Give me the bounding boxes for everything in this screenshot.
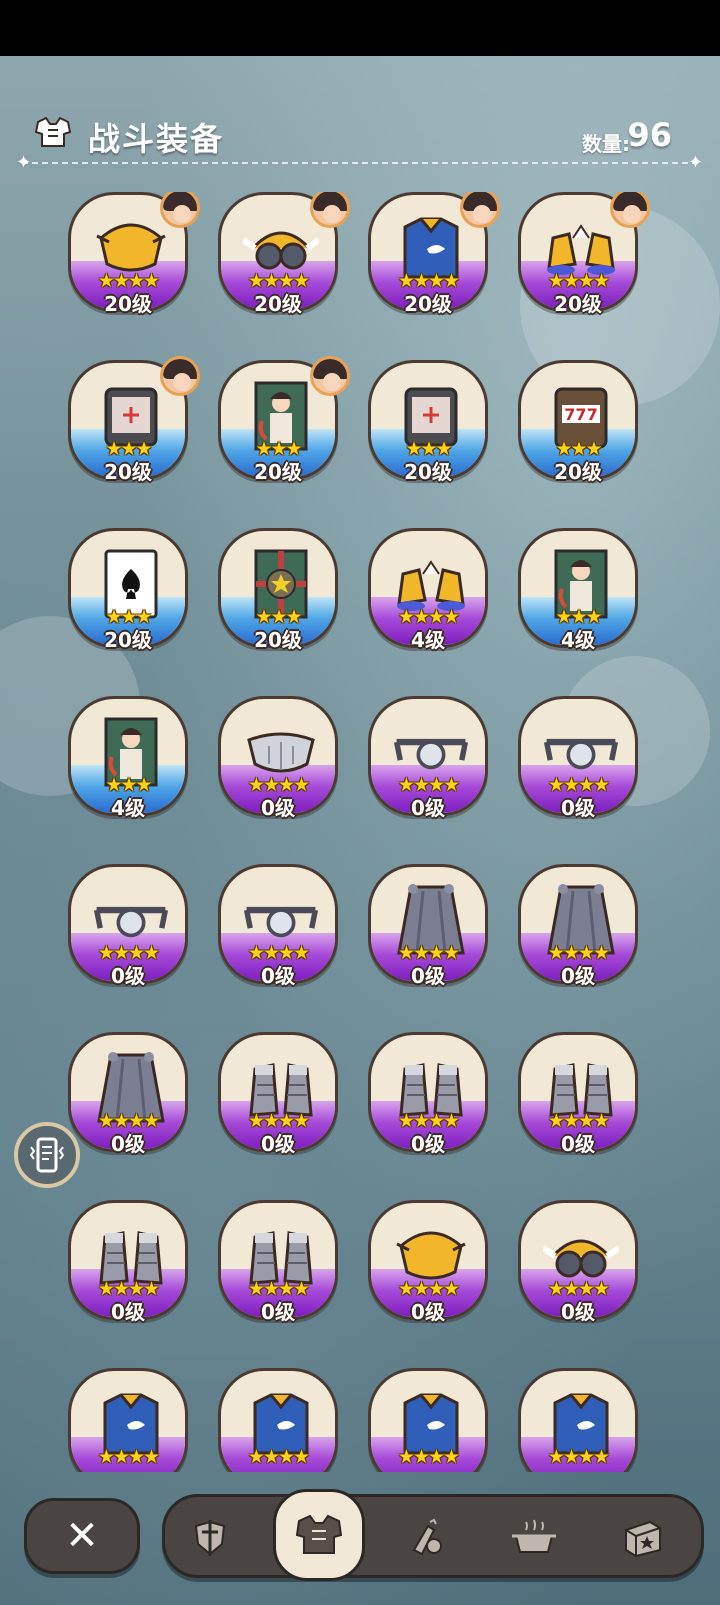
item-level: 20级 [104,628,152,652]
tab-treasure[interactable] [607,1505,677,1571]
panel-header: 战斗装备 数量: 96 ✦ ✦ [0,56,720,174]
item-level: 20级 [554,460,602,484]
equipment-item[interactable]: ★★★★ 20级 [516,192,650,320]
item-level: 0级 [411,796,445,820]
close-icon: ✕ [65,1513,99,1559]
item-level: 20级 [404,292,452,316]
item-level: 20级 [254,292,302,316]
equipment-item[interactable]: ★★★★ 20级 [216,192,350,320]
star-rating: ★★★★ [97,1446,160,1468]
item-level: 0级 [261,1132,295,1156]
equipped-character-avatar [310,356,350,396]
item-level: 0级 [261,964,295,988]
equipment-item[interactable]: ★★★★ 0级 [516,1032,640,1160]
item-level: 0级 [411,1132,445,1156]
count-label: 数量: [582,132,630,156]
item-level: 0级 [111,964,145,988]
equipped-character-avatar [160,356,200,396]
tab-bar [162,1489,704,1581]
equipment-item[interactable]: ★★★★ [216,1368,340,1472]
treasure-box-icon [625,1520,661,1558]
star-rating: ★★★★ [247,1446,310,1468]
item-level: 20级 [104,460,152,484]
close-button[interactable]: ✕ [24,1498,140,1574]
equipment-item[interactable]: ★★★★ 0级 [366,1200,490,1328]
equipment-item[interactable]: ★★★★ 20级 [66,192,200,320]
equipment-item[interactable]: ★★★★ 0级 [216,1032,340,1160]
equipment-item[interactable]: ★★★★ 0级 [66,1200,190,1328]
item-level: 20级 [254,628,302,652]
item-level: 20级 [254,460,302,484]
star-rating: ★★★★ [397,1446,460,1468]
item-level: 4级 [111,796,145,820]
equipped-character-avatar [160,192,200,228]
equipped-character-avatar [310,192,350,228]
equipment-item[interactable]: 777 ★★★ 20级 [516,360,640,488]
item-level: 0级 [411,964,445,988]
equipment-item[interactable]: ★★★ 20级 [216,528,340,656]
equipment-item[interactable]: ★★★★ 4级 [366,528,490,656]
item-level: 4级 [561,628,595,652]
equipment-item[interactable]: ★★★★ [366,1368,490,1472]
tab-weapons[interactable] [175,1505,245,1571]
item-level: 0级 [111,1300,145,1324]
item-level: 0级 [111,1132,145,1156]
equipment-item[interactable]: ★★★★ 0级 [216,864,340,992]
equipment-grid: ★★★★ 20级 ★★★★ 20级 ★★★★ 20级 ★★★★ 20级 ★★★ 20级 ★★★ 20级… [66,192,666,1472]
equipment-item[interactable]: ★★★★ 20级 [366,192,500,320]
equipment-item[interactable]: ★★★ 20级 [66,528,190,656]
equipment-item[interactable]: ★★★★ [516,1368,640,1472]
header-divider [22,162,698,164]
page-title: 战斗装备 [88,120,225,158]
tab-cooking[interactable] [499,1505,569,1571]
status-bar [0,0,720,56]
item-level: 0级 [561,1132,595,1156]
item-level: 0级 [561,964,595,988]
bottom-nav: ✕ [0,1489,720,1605]
armor-icon [295,1514,343,1554]
star-rating: ★★★★ [547,1446,610,1468]
count-value: 96 [627,116,672,154]
item-level: 20级 [104,292,152,316]
equipment-item[interactable]: ★★★★ 0级 [66,1032,190,1160]
item-level: 4级 [411,628,445,652]
equipment-item[interactable]: ★★★★ 0级 [366,696,490,824]
equipment-item[interactable]: ★★★ 4级 [516,528,640,656]
item-level: 20级 [554,292,602,316]
vibrate-toggle-button[interactable] [14,1122,80,1188]
item-level: 0级 [261,796,295,820]
equipment-item[interactable]: ★★★★ 0级 [516,1200,640,1328]
svg-text:777: 777 [564,405,597,424]
item-level: 20级 [404,460,452,484]
equipment-item[interactable]: ★★★★ 0级 [66,864,190,992]
divider-star-icon: ✦ [688,152,704,173]
equipment-item[interactable]: ★★★★ 0级 [216,1200,340,1328]
item-level: 0级 [261,1300,295,1324]
armor-icon [34,116,72,148]
crafting-icon [412,1518,442,1556]
equipment-item[interactable]: ★★★★ 0级 [516,864,640,992]
tab-armor[interactable] [273,1489,365,1581]
tab-crafting[interactable] [391,1505,461,1571]
equipped-character-avatar [610,192,650,228]
equipment-item[interactable]: ★★★ 20级 [216,356,350,488]
equipment-item[interactable]: ★★★ 4级 [66,696,190,824]
equipped-character-avatar [460,192,500,228]
equipment-item[interactable]: ★★★★ [66,1368,190,1472]
equipment-item[interactable]: ★★★ 20级 [366,360,490,488]
cooking-pot-icon [512,1519,556,1553]
equipment-item[interactable]: ★★★★ 0级 [516,696,640,824]
equipment-item[interactable]: ★★★★ 0级 [216,696,340,824]
equipment-item[interactable]: ★★★★ 0级 [366,1032,490,1160]
item-level: 0级 [561,796,595,820]
item-level: 0级 [561,1300,595,1324]
divider-star-icon: ✦ [16,152,32,173]
equipment-item[interactable]: ★★★ 20级 [66,356,200,488]
phone-vibrate-icon [29,1137,65,1173]
item-level: 0级 [411,1300,445,1324]
equipment-item[interactable]: ★★★★ 0级 [366,864,490,992]
sword-shield-icon [194,1520,226,1556]
